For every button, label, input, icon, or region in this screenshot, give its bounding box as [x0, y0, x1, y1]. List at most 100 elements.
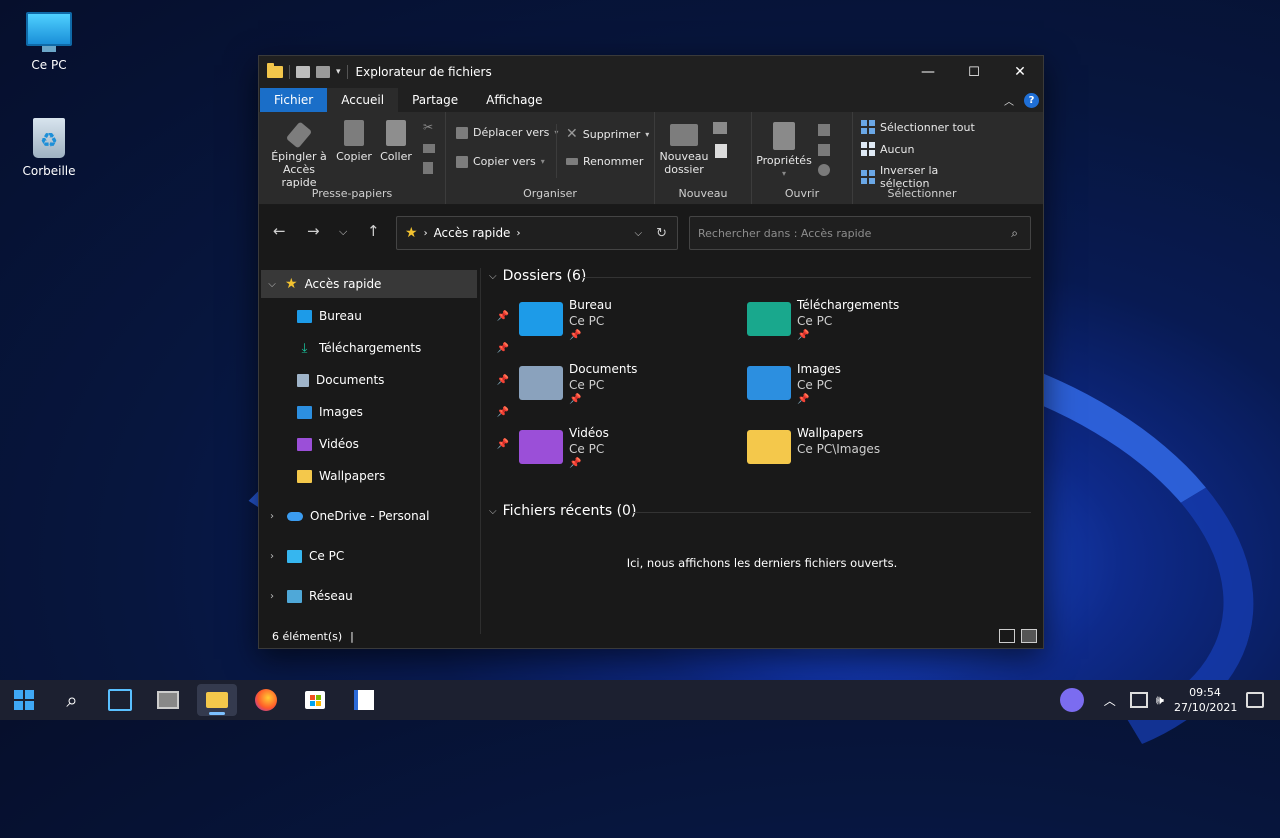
chevron-right-icon[interactable]: › [424, 228, 428, 239]
store-taskbar-button[interactable] [295, 684, 335, 716]
copy-button[interactable]: Copier [335, 120, 373, 163]
details-view-icon[interactable] [999, 629, 1015, 643]
download-icon: ⤓ [301, 340, 308, 356]
copy-path-icon[interactable] [423, 144, 435, 153]
back-icon[interactable]: ← [273, 222, 286, 240]
teams-chat-icon[interactable] [1059, 688, 1084, 712]
rename-button[interactable]: Renommer [566, 155, 643, 168]
refresh-icon[interactable]: ↻ [656, 226, 667, 241]
address-path[interactable]: Accès rapide [434, 226, 511, 240]
network-icon[interactable] [1129, 692, 1148, 708]
group-label: Nouveau [678, 187, 728, 200]
app-taskbar-button[interactable] [344, 684, 384, 716]
chevron-down-icon[interactable]: ▾ [336, 67, 341, 77]
nav-item-images[interactable]: Images 📌 [259, 398, 515, 426]
desktop-icon-this-pc[interactable]: Ce PC [9, 12, 89, 72]
new-item-icon[interactable] [713, 122, 727, 134]
folder-tile-images[interactable]: Images Ce PC 📌 [747, 362, 957, 418]
up-icon[interactable]: ↑ [367, 222, 380, 240]
delete-button[interactable]: ✕ Supprimer ▾ [566, 126, 649, 142]
chevron-down-icon[interactable]: ⌵ [635, 228, 643, 239]
paste-button[interactable]: Coller [377, 120, 415, 163]
nav-this-pc[interactable]: › Ce PC [259, 542, 477, 570]
select-none-button[interactable]: Aucun [861, 142, 915, 156]
folder-tile-wallpapers[interactable]: Wallpapers Ce PC\Images [747, 426, 957, 482]
chevron-right-icon[interactable]: › [265, 551, 279, 562]
start-button[interactable] [4, 684, 44, 716]
search-input[interactable] [690, 225, 1012, 241]
tab-file[interactable]: Fichier [260, 88, 328, 112]
open-icon[interactable] [818, 124, 830, 136]
chevron-down-icon: ▾ [540, 157, 545, 166]
properties-button[interactable]: Propriétés ▾ [756, 122, 812, 180]
chevron-up-icon[interactable]: ︿ [1104, 692, 1116, 709]
easy-access-icon[interactable] [715, 144, 727, 158]
large-icons-view-icon[interactable] [1021, 629, 1037, 643]
nav-item-bureau[interactable]: Bureau 📌 [259, 302, 515, 330]
notification-icon[interactable] [1246, 692, 1264, 708]
recent-locations-icon[interactable]: ⌵ [339, 225, 347, 239]
close-button[interactable]: ✕ [997, 56, 1043, 88]
store-icon [305, 691, 325, 709]
move-to-button[interactable]: Déplacer vers ▾ [456, 126, 558, 139]
nav-quick-access[interactable]: ⌵ ★ Accès rapide [261, 270, 477, 298]
star-icon: ★ [285, 276, 298, 292]
copy-to-button[interactable]: Copier vers ▾ [456, 155, 545, 168]
folder-tile-documents[interactable]: Documents Ce PC 📌 [519, 362, 729, 418]
widgets-button[interactable] [100, 684, 140, 716]
nav-item-downloads[interactable]: ⤓ Téléchargements 📌 [259, 334, 515, 362]
nav-network[interactable]: › Réseau [259, 582, 477, 610]
search-icon[interactable]: ⌕ [1011, 226, 1018, 241]
folder-location: Ce PC [797, 378, 833, 392]
new-folder-quick-icon[interactable] [316, 66, 330, 78]
edit-icon[interactable] [818, 144, 830, 156]
chevron-down-icon[interactable]: ⌵ [265, 279, 279, 290]
tab-view[interactable]: Affichage [472, 88, 556, 112]
history-icon[interactable] [818, 164, 830, 176]
folder-location: Ce PC\Images [797, 442, 881, 456]
firefox-taskbar-button[interactable] [246, 684, 286, 716]
folders-section-header[interactable]: ⌵ Dossiers (6) [489, 268, 586, 284]
clock[interactable]: 09:54 27/10/2021 [1174, 685, 1237, 715]
help-icon[interactable]: ? [1024, 92, 1039, 108]
pin-icon: 📌 [569, 330, 582, 341]
folder-tile-bureau[interactable]: Bureau Ce PC 📌 [519, 298, 729, 354]
chevron-up-icon[interactable]: ︿ [1004, 93, 1014, 108]
recent-section-header[interactable]: ⌵ Fichiers récents (0) [489, 503, 636, 519]
chevron-right-icon[interactable]: › [516, 228, 520, 239]
paste-shortcut-icon[interactable] [423, 162, 433, 174]
desktop-icon-label: Corbeille [22, 164, 76, 178]
nav-item-wallpapers[interactable]: Wallpapers [259, 462, 515, 490]
desktop-icon-recycle-bin[interactable]: Corbeille [9, 118, 89, 178]
search-icon[interactable]: ⌕ [52, 684, 92, 716]
copy-icon [344, 120, 364, 146]
new-folder-button[interactable]: Nouveau dossier [659, 124, 709, 176]
minimize-button[interactable]: — [905, 56, 951, 88]
properties-quick-icon[interactable] [296, 66, 310, 78]
maximize-button[interactable]: ☐ [951, 56, 997, 88]
forward-icon[interactable]: → [307, 222, 320, 240]
cut-icon[interactable]: ✂ [423, 120, 433, 134]
chevron-right-icon[interactable]: › [265, 591, 279, 602]
task-view-button[interactable] [148, 684, 188, 716]
address-bar[interactable]: ★ › Accès rapide › ⌵ ↻ [396, 216, 678, 250]
pin-quick-access-button[interactable]: Épingler à Accès rapide [267, 121, 331, 189]
firefox-icon [255, 689, 277, 711]
ribbon-group-select: Sélectionner tout Aucun Inverser la séle… [853, 112, 991, 204]
chevron-right-icon[interactable]: › [265, 511, 279, 522]
star-icon: ★ [405, 225, 418, 241]
folder-name: Vidéos [569, 426, 609, 440]
window-title: Explorateur de fichiers [355, 65, 492, 79]
tab-share[interactable]: Partage [398, 88, 472, 112]
select-all-button[interactable]: Sélectionner tout [861, 120, 975, 134]
nav-item-videos[interactable]: Vidéos 📌 [259, 430, 515, 458]
app-icon [354, 690, 374, 710]
nav-onedrive[interactable]: › OneDrive - Personal [259, 502, 477, 530]
tab-home[interactable]: Accueil [327, 88, 399, 112]
volume-icon[interactable]: 🕪 [1156, 693, 1164, 708]
file-explorer-taskbar-button[interactable] [197, 684, 237, 716]
nav-item-documents[interactable]: Documents 📌 [259, 366, 515, 394]
folder-tile-videos[interactable]: Vidéos Ce PC 📌 [519, 426, 729, 482]
divider [633, 512, 1031, 513]
folder-tile-downloads[interactable]: Téléchargements Ce PC 📌 [747, 298, 957, 354]
